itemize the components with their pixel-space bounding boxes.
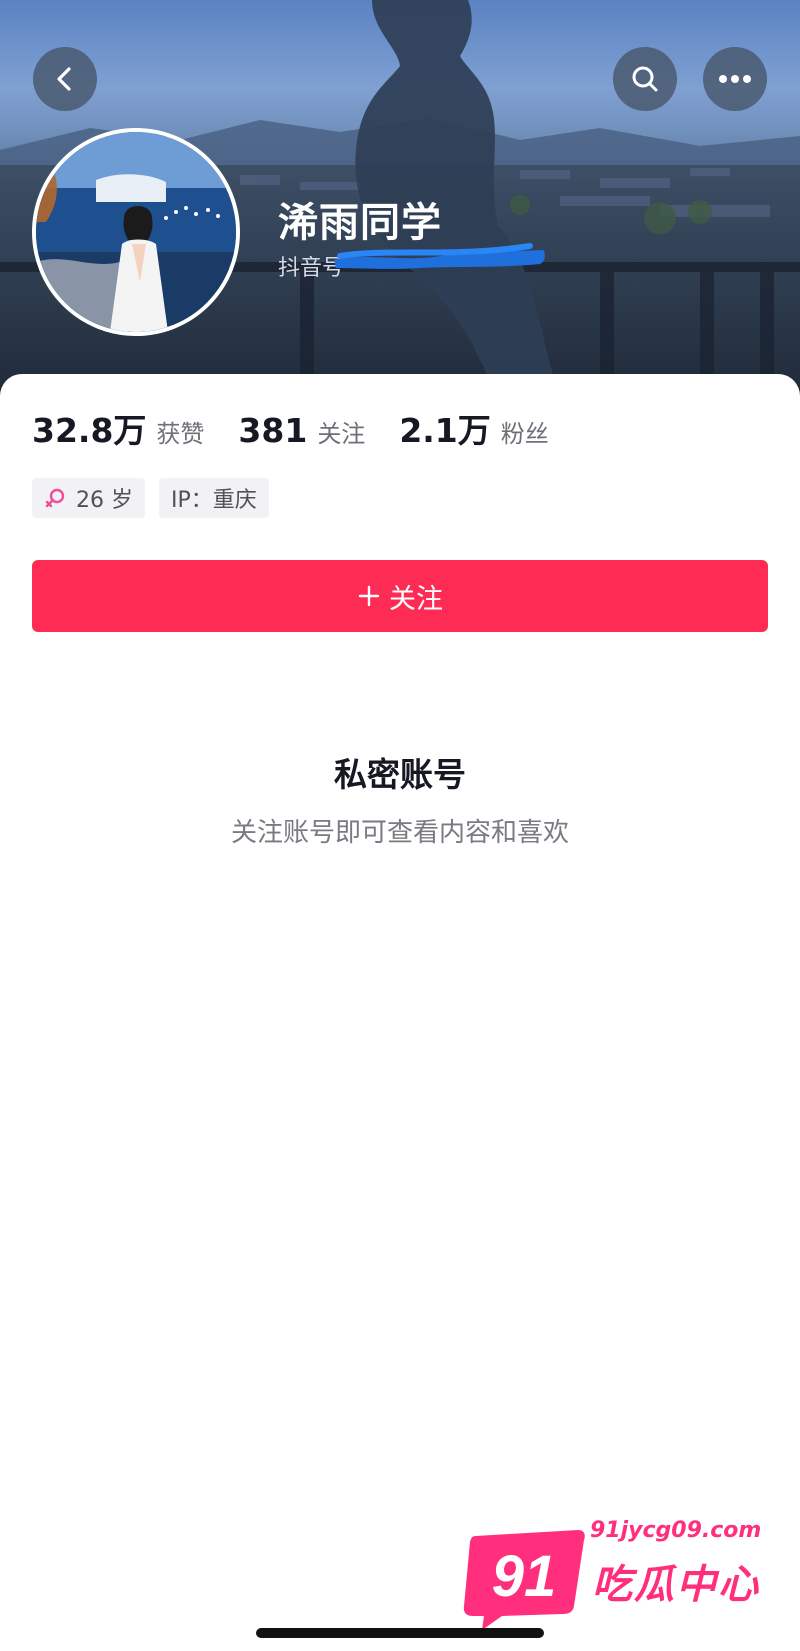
ip-location-text: IP：重庆 — [171, 488, 257, 513]
private-account-title: 私密账号 — [334, 755, 466, 794]
ip-location-tag: IP：重庆 — [159, 478, 269, 518]
stat-followers-value: 2.1万 — [399, 411, 491, 450]
chevron-left-icon — [57, 67, 71, 91]
profile-content-card: 32.8万 获赞 381 关注 2.1万 粉丝 26 岁 IP：重庆 关注 私密… — [0, 374, 800, 1651]
home-indicator[interactable] — [256, 1628, 544, 1638]
avatar[interactable] — [32, 128, 240, 336]
stat-likes-value: 32.8万 — [32, 411, 147, 450]
stat-followers-label: 粉丝 — [500, 420, 549, 448]
back-button[interactable] — [33, 47, 97, 111]
female-icon — [44, 487, 66, 509]
stat-followers[interactable]: 2.1万 粉丝 — [399, 404, 548, 452]
watermark-number: 91 — [492, 1544, 557, 1609]
age-text: 26 岁 — [76, 488, 133, 513]
follow-button-label: 关注 — [389, 583, 443, 615]
douyin-id-redaction — [334, 243, 545, 269]
profile-tags: 26 岁 IP：重庆 — [32, 478, 283, 518]
more-dots-icon — [719, 75, 751, 83]
more-options-button[interactable] — [703, 47, 767, 111]
watermark-logo: 91 — [463, 1530, 585, 1630]
stat-following-label: 关注 — [317, 420, 366, 448]
stat-likes[interactable]: 32.8万 获赞 — [32, 404, 204, 452]
private-account-description: 关注账号即可查看内容和喜欢 — [230, 818, 569, 848]
plus-icon — [357, 584, 381, 608]
stat-following[interactable]: 381 关注 — [238, 411, 365, 450]
watermark: 91 91jycg09.com 吃瓜中心 — [462, 1518, 772, 1638]
watermark-url: 91jycg09.com — [590, 1518, 762, 1543]
stat-following-value: 381 — [238, 411, 308, 450]
follow-button[interactable]: 关注 — [32, 560, 768, 632]
search-button[interactable] — [613, 47, 677, 111]
profile-cover-banner: 浠雨同学 抖音号 — [0, 0, 800, 400]
watermark-name: 吃瓜中心 — [592, 1562, 760, 1608]
search-icon — [632, 66, 658, 92]
profile-page: 浠雨同学 抖音号 32.8万 获赞 381 关注 2.1万 粉丝 26 岁 IP… — [0, 0, 800, 1651]
stat-likes-label: 获赞 — [156, 420, 205, 448]
profile-stats: 32.8万 获赞 381 关注 2.1万 粉丝 — [32, 404, 583, 452]
avatar-image — [36, 132, 236, 332]
age-tag: 26 岁 — [32, 478, 145, 518]
